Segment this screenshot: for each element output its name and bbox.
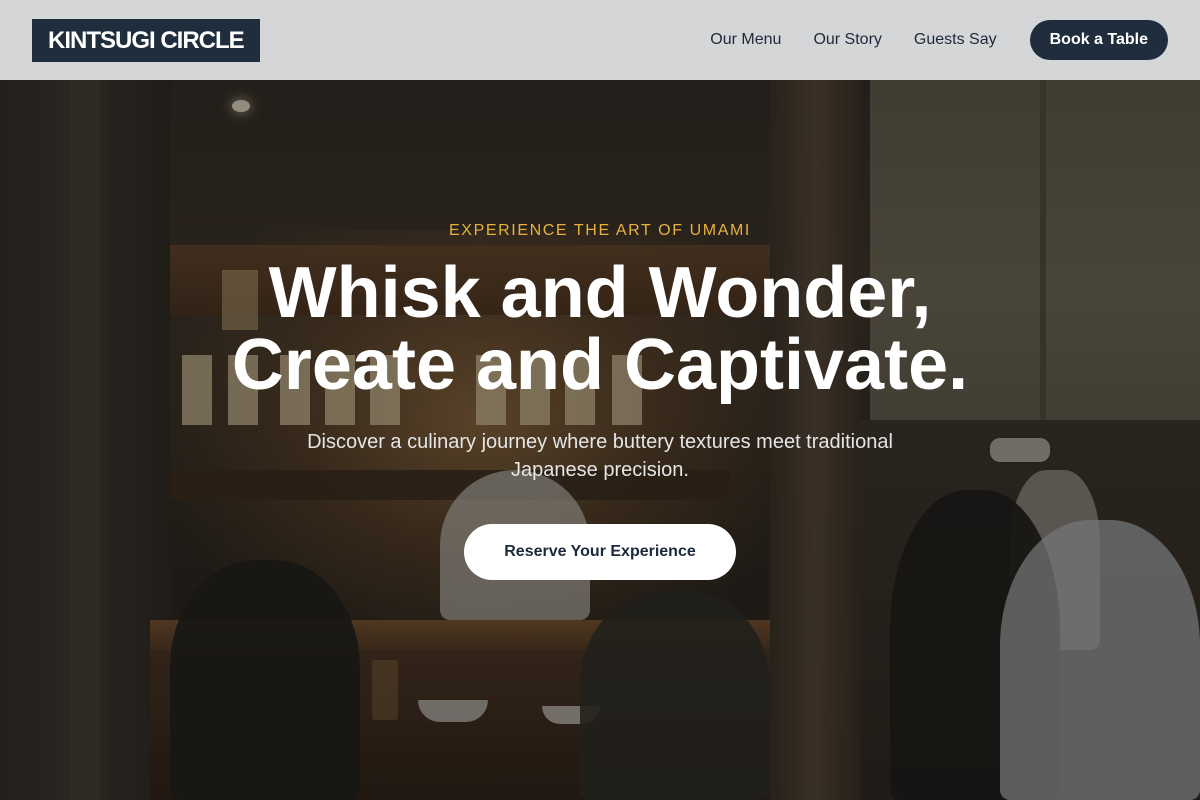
reserve-experience-button[interactable]: Reserve Your Experience [464,524,736,580]
hero-headline-line-2: Create and Captivate. [231,325,969,405]
nav-link-guests-say[interactable]: Guests Say [914,31,997,49]
hero-eyebrow: EXPERIENCE THE ART OF UMAMI [449,222,751,239]
hero-section: EXPERIENCE THE ART OF UMAMI Whisk and Wo… [0,80,1200,800]
book-table-button[interactable]: Book a Table [1029,20,1168,60]
hero-headline-line-1: Whisk and Wonder, [268,253,932,333]
top-navigation: KINTSUGI CIRCLE Our Menu Our Story Guest… [0,0,1200,80]
hero-subheadline: Discover a culinary journey where butter… [307,431,893,481]
hero-headline: Whisk and Wonder, Create and Captivate. [0,257,1200,401]
nav-link-our-story[interactable]: Our Story [813,31,881,49]
brand-logo[interactable]: KINTSUGI CIRCLE [32,18,260,62]
nav-links: Our Menu Our Story Guests Say [710,31,996,49]
nav-link-our-menu[interactable]: Our Menu [710,31,781,49]
